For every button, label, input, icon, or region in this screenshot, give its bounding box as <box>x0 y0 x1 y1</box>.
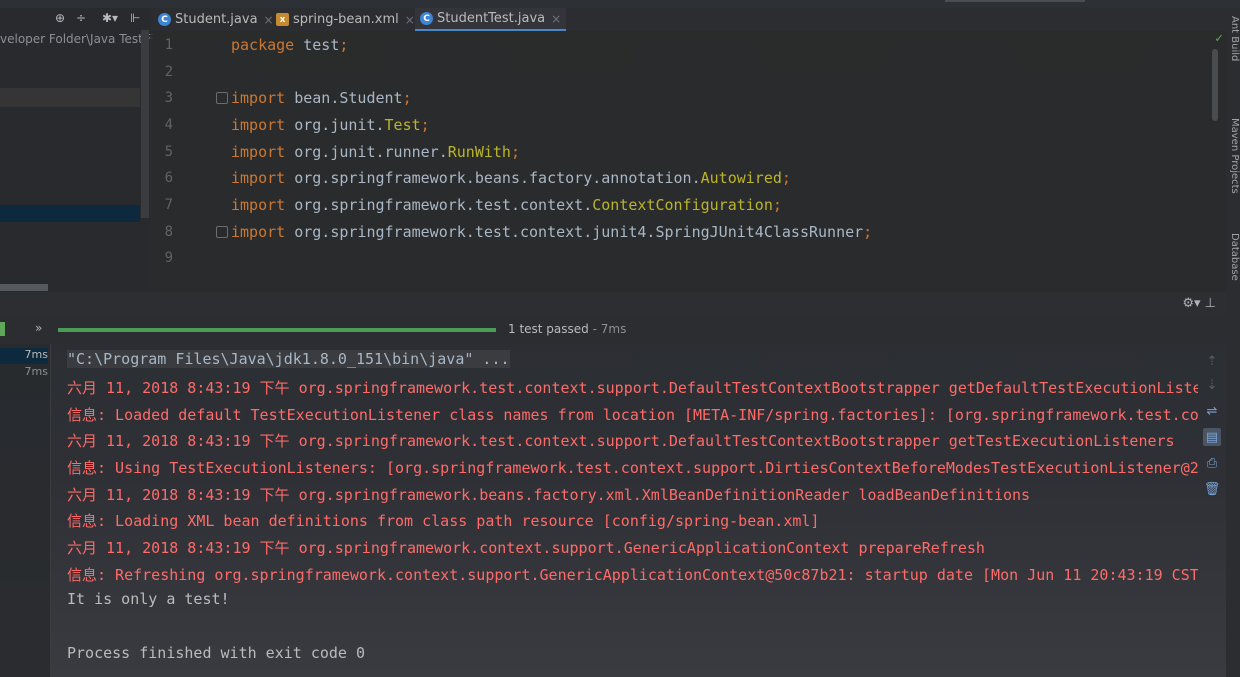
target-icon[interactable]: ⊕ <box>55 11 65 25</box>
console-line: 六月 11, 2018 8:43:19 下午 org.springframewo… <box>67 379 1198 397</box>
tab-spring-bean-xml[interactable]: x spring-bean.xml × <box>276 8 415 31</box>
code-line: import org.springframework.test.context.… <box>231 223 873 241</box>
run-panel-header: ⚙▾ ⊥ <box>0 292 1226 316</box>
trash-icon[interactable]: 🗑 <box>1203 480 1221 498</box>
tab-label: Student.java <box>175 12 258 27</box>
project-root-path[interactable]: veloper Folder\Java Test F <box>0 32 154 46</box>
project-horizontal-scrollbar[interactable] <box>0 284 48 291</box>
console-line: 信息: Loading XML bean definitions from cl… <box>67 512 820 530</box>
console-command-line: "C:\Program Files\Java\jdk1.8.0_151\bin\… <box>67 350 510 368</box>
close-icon[interactable]: × <box>405 13 415 27</box>
class-icon: C <box>420 12 433 25</box>
tab-label: spring-bean.xml <box>293 12 399 27</box>
ant-build-tab[interactable]: Ant Build <box>1226 16 1240 61</box>
code-editor[interactable]: 1 2 3 4 5 6 7 8 9 package test; import b… <box>150 31 1226 292</box>
line-number: 3 <box>164 90 173 106</box>
code-line: import org.junit.Test; <box>231 116 430 134</box>
hide-icon[interactable]: ⊩ <box>130 11 140 25</box>
test-progress-bar <box>58 328 496 332</box>
project-toolbar: ⊕ ÷ ✱▾ ⊩ <box>0 8 150 30</box>
check-icon: ✓ <box>1215 31 1223 46</box>
gear-icon[interactable]: ⚙▾ ⊥ <box>1182 296 1216 311</box>
code-line: import bean.Student; <box>231 89 412 107</box>
rerun-icon[interactable] <box>0 322 5 336</box>
database-tab[interactable]: Database <box>1226 233 1240 281</box>
fold-marker-icon[interactable] <box>216 226 228 238</box>
project-vertical-scrollbar[interactable] <box>141 30 149 218</box>
tree-row-highlighted[interactable] <box>0 88 140 107</box>
code-line: package test; <box>231 36 349 54</box>
top-search-field-edge <box>945 0 1085 2</box>
console-line: 六月 11, 2018 8:43:19 下午 org.springframewo… <box>67 539 985 557</box>
tab-student-java[interactable]: C Student.java × <box>158 8 274 31</box>
tab-studenttest-java[interactable]: C StudentTest.java × <box>415 8 567 31</box>
console-line: It is only a test! <box>67 590 230 608</box>
console-line: 信息: Loaded default TestExecutionListener… <box>67 406 1198 424</box>
down-arrow-icon[interactable]: ⇣ <box>1203 376 1221 394</box>
console-line: 信息: Refreshing org.springframework.conte… <box>67 566 1198 584</box>
scroll-to-end-icon[interactable]: ▤ <box>1203 428 1221 446</box>
editor-vertical-scrollbar[interactable] <box>1212 49 1218 121</box>
line-number: 5 <box>164 144 173 160</box>
xml-file-icon: x <box>276 13 289 26</box>
maven-projects-tab[interactable]: Maven Projects <box>1226 118 1240 194</box>
test-tree-row[interactable]: 7ms <box>0 348 48 364</box>
console-line: 六月 11, 2018 8:43:19 下午 org.springframewo… <box>67 486 1031 504</box>
print-icon[interactable]: ⎙ <box>1203 454 1221 472</box>
line-number-gutter: 1 2 3 4 5 6 7 8 9 <box>150 31 228 292</box>
gear-icon[interactable]: ✱▾ <box>102 11 118 25</box>
code-line: import org.junit.runner.RunWith; <box>231 143 520 161</box>
code-line: import org.springframework.beans.factory… <box>231 169 791 187</box>
test-tree-row[interactable]: 7ms <box>0 365 48 381</box>
fold-marker-icon[interactable] <box>216 92 228 104</box>
line-number: 8 <box>164 224 173 240</box>
line-number: 4 <box>164 117 173 133</box>
class-icon: C <box>158 13 171 26</box>
test-results-tree: 7ms 7ms <box>0 344 51 677</box>
tab-label: StudentTest.java <box>437 11 546 26</box>
line-number: 1 <box>164 37 173 53</box>
expand-toolbar-icon[interactable]: » <box>35 321 42 335</box>
console-line: 六月 11, 2018 8:43:19 下午 org.springframewo… <box>67 432 1175 450</box>
right-tool-strip: Ant Build Maven Projects Database <box>1226 8 1240 677</box>
collapse-icon[interactable]: ÷ <box>76 11 86 25</box>
project-tool-window: ⊕ ÷ ✱▾ ⊩ veloper Folder\Java Test F <box>0 8 154 292</box>
test-status: 1 test passed - 7ms <box>508 322 627 336</box>
close-icon[interactable]: × <box>264 13 274 27</box>
line-number: 2 <box>164 64 173 80</box>
up-arrow-icon[interactable]: ⇡ <box>1203 352 1221 370</box>
console-toolbar: ⇡ ⇣ ⇌ ▤ ⎙ 🗑 <box>1198 344 1226 677</box>
line-number: 7 <box>164 197 173 213</box>
close-icon[interactable]: × <box>551 12 561 26</box>
line-number: 6 <box>164 170 173 186</box>
editor-tab-bar: C Student.java × x spring-bean.xml × C S… <box>152 8 1226 31</box>
run-progress-row: » 1 test passed - 7ms <box>0 316 1226 344</box>
line-number: 9 <box>164 250 173 266</box>
tree-row-selected[interactable] <box>0 205 140 222</box>
console-output[interactable]: "C:\Program Files\Java\jdk1.8.0_151\bin\… <box>51 344 1198 677</box>
console-line: Process finished with exit code 0 <box>67 644 366 662</box>
window-top-strip <box>0 0 1240 8</box>
code-line: import org.springframework.test.context.… <box>231 196 782 214</box>
soft-wrap-icon[interactable]: ⇌ <box>1203 402 1221 420</box>
console-line: 信息: Using TestExecutionListeners: [org.s… <box>67 459 1198 477</box>
